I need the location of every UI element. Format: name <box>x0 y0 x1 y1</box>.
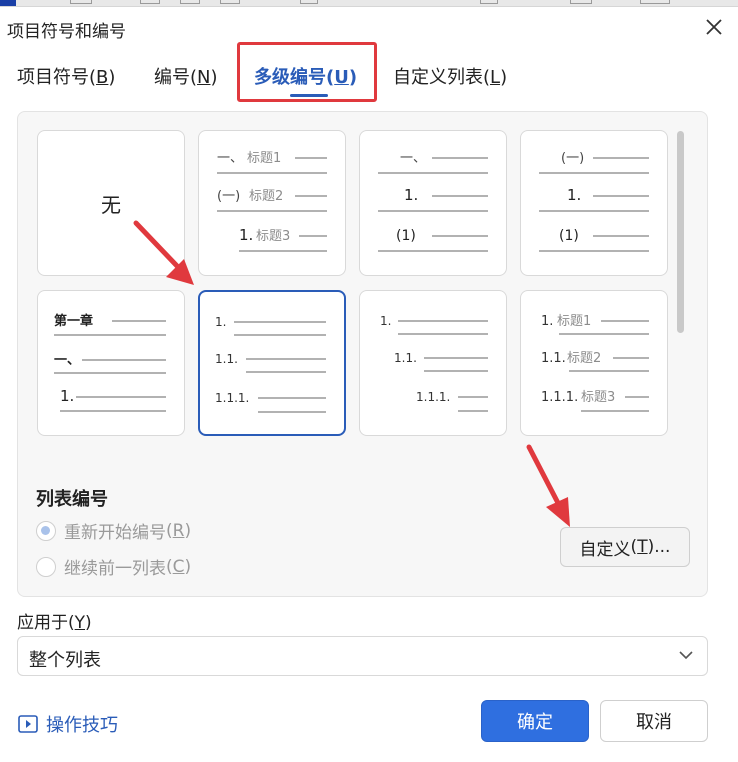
preset-line-text: 标题2 <box>249 189 283 204</box>
apply-to-key: Y <box>74 613 86 633</box>
preset-line-prefix: 1. <box>380 314 391 328</box>
title-bar: 项目符号和编号 <box>0 7 738 47</box>
tab-numbering[interactable]: 编号(N) <box>154 63 218 89</box>
preset-paren-chinese-preview: (一) 1. (1) <box>539 151 649 252</box>
preset-chinese-plain-preview: 一、 1. (1) <box>378 151 488 252</box>
preset-line-prefix: 1. <box>567 186 581 204</box>
radio-continue-list[interactable]: 继续前一列表(C) <box>36 554 191 579</box>
preset-line-text: 标题3 <box>581 390 615 405</box>
cancel-button[interactable]: 取消 <box>600 700 708 742</box>
preset-chinese-headings-preview: 一、 标题1 (一) 标题2 1. 标题3 <box>217 151 327 252</box>
preset-line-text: 标题3 <box>256 229 290 244</box>
gallery-scrollbar-thumb[interactable] <box>677 131 684 333</box>
apply-to-text: 应用于 <box>17 613 68 633</box>
preset-line-prefix: 1. <box>215 315 226 329</box>
preset-line-text: 标题1 <box>247 151 281 166</box>
preset-decimal-indented[interactable]: 1. 1.1. 1.1.1. <box>359 290 507 436</box>
preset-line-prefix: 1. <box>541 314 553 329</box>
preset-line-prefix: 第一章 <box>54 313 93 329</box>
ok-button[interactable]: 确定 <box>481 700 589 742</box>
preset-line-prefix: 1. <box>60 387 74 405</box>
tab-custom-list-key: L <box>490 67 501 88</box>
tips-label: 操作技巧 <box>46 715 118 736</box>
preset-line-prefix: (1) <box>559 228 579 244</box>
tab-multilevel-label: 多级编号 <box>254 67 326 88</box>
preset-none[interactable]: 无 <box>37 130 185 276</box>
tab-numbering-label: 编号 <box>154 67 190 88</box>
preset-chapter[interactable]: 第一章 一、 1. <box>37 290 185 436</box>
customize-button-label: 自定义 <box>579 539 631 560</box>
apply-to-select-value: 整个列表 <box>29 650 101 671</box>
active-tab-indicator <box>290 94 328 97</box>
preset-line-prefix: 1. <box>404 186 418 204</box>
preset-line-prefix: 1.1.1. <box>416 390 450 404</box>
tab-bullets[interactable]: 项目符号(B) <box>17 63 115 89</box>
apply-to-select[interactable]: 整个列表 <box>17 636 708 676</box>
preset-line-prefix: (一) <box>217 189 240 204</box>
preset-decimal-headings-preview: 1. 标题1 1.1. 标题2 1.1.1. 标题3 <box>541 314 649 412</box>
preset-line-prefix: (一) <box>561 151 584 166</box>
tab-bullets-key: B <box>96 67 109 88</box>
preset-chinese-headings[interactable]: 一、 标题1 (一) 标题2 1. 标题3 <box>198 130 346 276</box>
tips-link[interactable]: 操作技巧 <box>18 711 118 737</box>
preset-line-text: 标题1 <box>557 314 591 329</box>
close-icon <box>706 19 722 35</box>
play-icon <box>18 715 38 733</box>
preset-line-prefix: 1.1.1. <box>215 391 249 405</box>
preset-line-prefix: 1.1. <box>394 351 417 365</box>
preset-none-label: 无 <box>101 193 121 217</box>
preset-decimal-indented-preview: 1. 1.1. 1.1.1. <box>380 314 488 412</box>
preset-decimal-multilevel-preview: 1. 1.1. 1.1.1. <box>215 315 326 413</box>
preset-line-prefix: 1.1. <box>215 352 238 366</box>
preset-decimal-headings[interactable]: 1. 标题1 1.1. 标题2 1.1.1. 标题3 <box>520 290 668 436</box>
dialog-title: 项目符号和编号 <box>7 22 126 42</box>
radio-continue-label: 继续前一列表 <box>64 559 166 579</box>
radio-continue-indicator <box>36 556 56 577</box>
preset-decimal-multilevel[interactable]: 1. 1.1. 1.1.1. <box>198 290 346 436</box>
tab-multilevel-key: U <box>334 67 349 88</box>
chevron-down-icon <box>679 651 693 660</box>
preset-line-prefix: 一、 <box>54 353 80 368</box>
preset-line-prefix: 1. <box>239 226 253 244</box>
customize-button-suffix: ... <box>654 537 671 557</box>
tab-bullets-label: 项目符号 <box>17 67 89 88</box>
preset-line-prefix: 一、 <box>400 151 426 166</box>
customize-button[interactable]: 自定义(T)... <box>560 527 690 567</box>
preset-chapter-preview: 第一章 一、 1. <box>54 313 166 412</box>
list-numbering-title: 列表编号 <box>36 489 108 510</box>
tab-multilevel[interactable]: 多级编号(U) <box>254 63 357 89</box>
radio-restart-label: 重新开始编号 <box>64 523 166 543</box>
close-button[interactable] <box>700 13 728 41</box>
preset-chinese-plain[interactable]: 一、 1. (1) <box>359 130 507 276</box>
bullets-numbering-dialog: 项目符号和编号 项目符号(B) 编号(N) 多级编号(U) 自定义列表(L) 无… <box>0 6 738 762</box>
customize-button-key: T <box>637 537 648 557</box>
preset-paren-chinese[interactable]: (一) 1. (1) <box>520 130 668 276</box>
tab-custom-list-label: 自定义列表 <box>393 67 483 88</box>
preset-line-prefix: 1.1.1. <box>541 390 578 405</box>
radio-restart-key: R <box>172 520 185 541</box>
tab-numbering-key: N <box>197 67 211 88</box>
preset-line-text: 标题2 <box>567 351 601 366</box>
preset-line-prefix: 一、 <box>217 151 243 166</box>
apply-to-label: 应用于(Y) <box>17 613 92 633</box>
radio-restart-numbering[interactable]: 重新开始编号(R) <box>36 518 191 543</box>
radio-continue-key: C <box>172 556 185 577</box>
radio-restart-indicator <box>36 520 56 541</box>
preset-line-prefix: (1) <box>396 228 416 244</box>
tab-custom-list[interactable]: 自定义列表(L) <box>393 63 507 89</box>
preset-line-prefix: 1.1. <box>541 351 566 366</box>
